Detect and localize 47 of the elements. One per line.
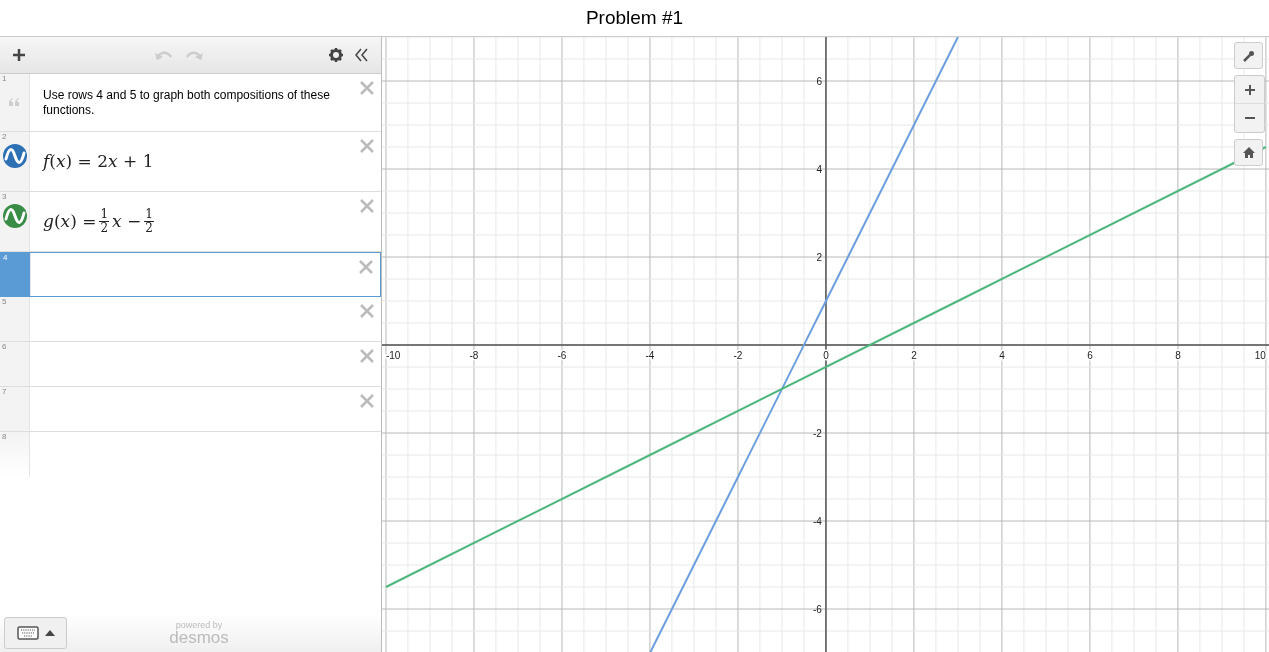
expression-row[interactable]: 6 [0,342,381,387]
y-tick-label: 2 [816,252,822,263]
keyboard-icon [16,626,39,640]
brand-logo: desmos [169,629,229,646]
expression-row[interactable]: 7 [0,387,381,432]
x-tick-label: 6 [1087,350,1093,361]
y-tick-label: 4 [816,164,822,175]
y-tick-label: -2 [813,428,822,439]
x-tick-label: -4 [645,350,655,361]
row-number: 6 [2,343,7,351]
row-number: 8 [2,433,7,441]
x-tick-label: 10 [1254,350,1266,361]
quote-icon [9,98,20,106]
x-tick-label: 2 [911,350,917,361]
page-title: Problem #1 [585,5,684,30]
keyboard-button[interactable] [4,617,67,649]
expression-row[interactable]: 1 Use rows 4 and 5 to graph both compositions of these functions. [0,74,381,132]
collapse-icon[interactable] [355,47,371,63]
x-tick-label: -6 [557,350,567,361]
plus-icon [1244,84,1255,95]
wave-icon[interactable] [3,204,27,228]
math-expression: f(x) = 2x + 1 [43,149,154,173]
add-button[interactable] [10,46,28,64]
row-number: 4 [3,254,8,262]
wrench-icon[interactable] [1234,42,1263,69]
row-number: 5 [2,298,7,306]
expression-row[interactable]: 8 [0,432,381,477]
y-tick-label: 6 [816,76,822,87]
x-tick-label: -10 [385,350,401,361]
expression-row[interactable]: 4 [0,252,381,297]
expression-row[interactable]: 5 [0,297,381,342]
x-tick-label: 8 [1175,350,1181,361]
caret-icon [44,630,55,636]
wave-icon[interactable] [3,144,27,168]
y-tick-label: -6 [813,604,822,615]
note-text: Use rows 4 and 5 to graph both compositions of these functions. [43,87,331,118]
row-number: 1 [2,75,7,83]
y-tick-label: -4 [813,516,822,527]
settings-icon[interactable] [329,47,345,63]
expression-row[interactable]: 2 f(x) = 2x + 1 [0,132,381,192]
row-number: 2 [2,133,7,141]
home-icon[interactable] [1234,139,1263,166]
x-tick-label: -2 [733,350,743,361]
x-tick-label: -8 [469,350,479,361]
x-tick-label: 4 [999,350,1005,361]
row-number: 7 [2,388,7,396]
row-number: 3 [2,193,7,201]
